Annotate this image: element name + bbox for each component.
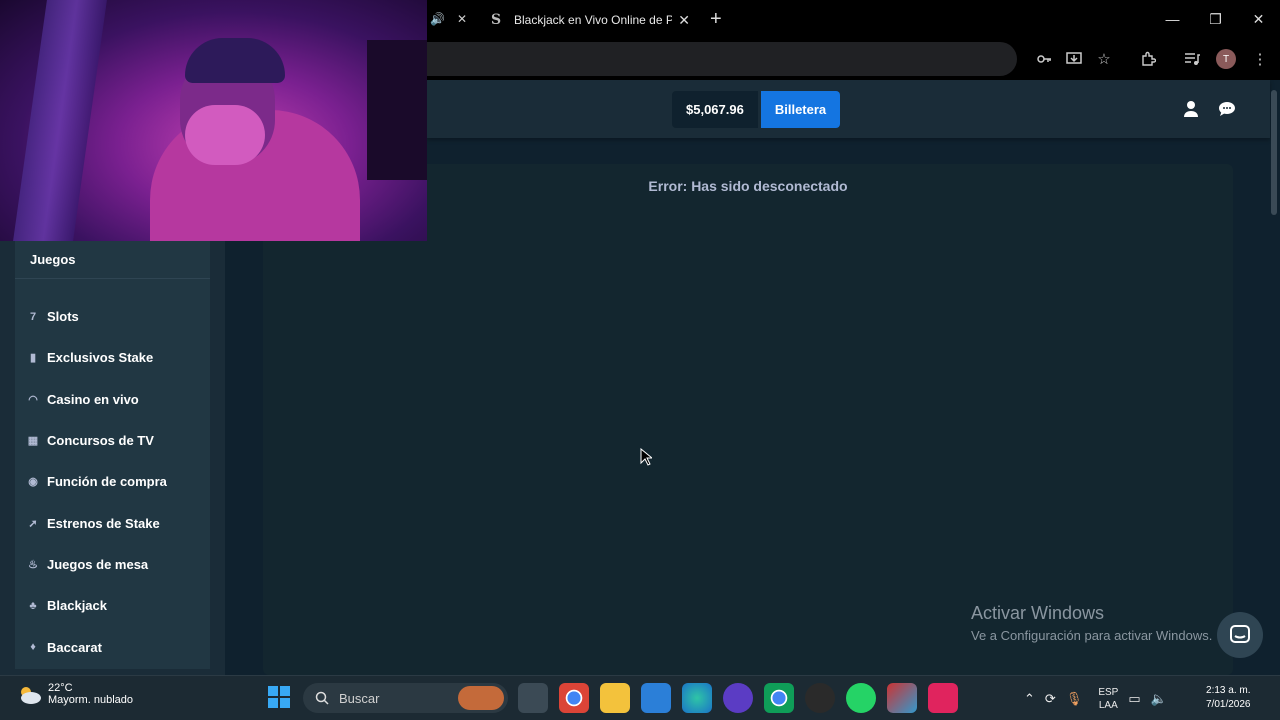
speaker-icon[interactable]: 🔊: [430, 12, 445, 26]
sidebar-item-label: Juegos de mesa: [47, 556, 149, 572]
wallet-button[interactable]: Billetera: [761, 91, 840, 128]
install-app-icon[interactable]: [1062, 46, 1086, 72]
sidebar-item-exclusivos[interactable]: ▮ Exclusivos Stake: [15, 337, 210, 378]
sidebar-item-blackjack[interactable]: ♣ Blackjack: [15, 585, 210, 626]
support-chat-button[interactable]: [1217, 612, 1263, 658]
sidebar-item-juegos-mesa[interactable]: ♨ Juegos de mesa: [15, 544, 210, 585]
cortana-icon[interactable]: [723, 683, 753, 713]
chat-icon[interactable]: [1217, 99, 1237, 119]
password-key-icon[interactable]: [1032, 46, 1056, 72]
sidebar-item-concursos-tv[interactable]: ▦ Concursos de TV: [15, 420, 210, 461]
sidebar-section-title: Juegos: [15, 241, 210, 279]
sidebar-item-label: Estrenos de Stake: [47, 515, 160, 531]
chrome-icon[interactable]: [559, 683, 589, 713]
search-icon: [315, 691, 329, 705]
temperature: 22°C: [48, 682, 73, 694]
edge-icon[interactable]: [682, 683, 712, 713]
cloud-sun-icon: [21, 687, 41, 704]
slots-icon: 7: [29, 310, 37, 323]
site-header: [427, 80, 1270, 138]
address-bar[interactable]: [427, 42, 1017, 76]
sidebar-item-label: Función de compra: [47, 474, 167, 490]
baccarat-icon: ♦: [30, 641, 36, 654]
clock-time: 2:13 a. m.: [1206, 685, 1251, 696]
previous-tab[interactable]: 🔊 ✕: [430, 8, 467, 30]
buy-icon: ◉: [28, 476, 38, 489]
sidebar-nav: Juegos 7 Slots ▮ Exclusivos Stake ◠ Casi…: [15, 241, 210, 669]
sidebar-item-label: Casino en vivo: [47, 391, 139, 407]
system-clock[interactable]: 2:13 a. m. 7/01/2026: [1206, 684, 1251, 712]
user-icon[interactable]: [1181, 99, 1201, 119]
network-icon[interactable]: ▭: [1128, 691, 1140, 707]
rocket-icon: ➚: [28, 517, 38, 530]
maximize-icon[interactable]: ❐: [1194, 0, 1237, 38]
sidebar-item-casino-vivo[interactable]: ◠ Casino en vivo: [15, 379, 210, 420]
weather-description: Mayorm. nublado: [48, 694, 133, 706]
extensions-icon[interactable]: [1136, 46, 1160, 72]
mouse-cursor-icon: [640, 447, 654, 471]
app-icon[interactable]: [887, 683, 917, 713]
flame-icon: ♨: [28, 558, 38, 571]
gift-icon: ▦: [27, 435, 39, 448]
minimize-icon[interactable]: —: [1151, 0, 1194, 38]
webcam-overlay: [0, 0, 427, 241]
bookmark-icon: ▮: [29, 352, 37, 365]
sidebar-item-slots[interactable]: 7 Slots: [15, 296, 210, 337]
taskbar-search[interactable]: Buscar: [303, 683, 508, 713]
sidebar-item-label: Blackjack: [47, 598, 107, 614]
sidebar-item-label: Exclusivos Stake: [47, 350, 154, 366]
stake-favicon-icon: S: [490, 12, 502, 28]
tab-title: Blackjack en Vivo Online de Pra: [514, 13, 673, 27]
keyboard-layout: LAA: [1098, 700, 1118, 711]
sidebar-item-label: Concursos de TV: [47, 433, 154, 449]
close-window-icon[interactable]: ✕: [1237, 0, 1280, 38]
chrome-active-icon[interactable]: [764, 683, 794, 713]
sidebar-item-label: Baccarat: [47, 639, 102, 655]
watermark-title: Activar Windows: [971, 603, 1105, 623]
scrollbar-thumb[interactable]: [1271, 90, 1277, 215]
support-chat-icon: [1230, 625, 1250, 643]
obs-icon[interactable]: [805, 683, 835, 713]
microphone-icon[interactable]: 🎙: [1066, 691, 1083, 707]
clock-date: 7/01/2026: [1206, 699, 1251, 710]
balance-display[interactable]: $5,067.96: [672, 91, 758, 128]
profile-avatar[interactable]: T: [1216, 49, 1236, 69]
sidebar-item-baccarat[interactable]: ♦ Baccarat: [15, 626, 210, 667]
sidebar-item-estrenos[interactable]: ➚ Estrenos de Stake: [15, 502, 210, 543]
close-icon[interactable]: ✕: [457, 12, 467, 26]
language-indicator[interactable]: ESP LAA: [1098, 686, 1118, 712]
new-tab-button[interactable]: +: [710, 8, 722, 30]
task-view-icon[interactable]: [518, 683, 548, 713]
headset-icon: ◠: [28, 393, 38, 406]
window-controls: — ❐ ✕: [1151, 0, 1280, 38]
tab-close-icon[interactable]: ✕: [678, 12, 690, 29]
search-highlight-image: [458, 686, 504, 710]
start-button[interactable]: [268, 686, 290, 708]
media-control-icon[interactable]: [1180, 46, 1204, 72]
file-explorer-icon[interactable]: [600, 683, 630, 713]
store-icon[interactable]: [641, 683, 671, 713]
watermark-subtitle: Ve a Configuración para activar Windows.: [971, 628, 1213, 643]
windows-activation-watermark: Activar Windows Ve a Configuración para …: [971, 603, 1212, 643]
system-tray: ⌃ ⟳ 🎙 ESP LAA ▭ 🔈: [1024, 686, 1167, 712]
language-code: ESP: [1098, 687, 1119, 698]
whatsapp-icon[interactable]: [846, 683, 876, 713]
tab-blackjack[interactable]: S Blackjack en Vivo Online de Pra ✕: [478, 4, 700, 36]
search-placeholder: Buscar: [339, 690, 380, 706]
weather-widget[interactable]: 22°C Mayorm. nublado: [16, 682, 133, 706]
sync-icon[interactable]: ⟳: [1045, 691, 1056, 707]
bookmark-star-icon[interactable]: ☆: [1092, 46, 1116, 72]
blackjack-icon: ♣: [29, 599, 37, 612]
sidebar-item-label: Slots: [47, 309, 79, 325]
toolbar-icons: ☆ T ⋮: [1032, 46, 1272, 72]
sidebar-item-funcion-compra[interactable]: ◉ Función de compra: [15, 461, 210, 502]
menu-dots-icon[interactable]: ⋮: [1248, 46, 1272, 72]
tiktok-icon[interactable]: [928, 683, 958, 713]
taskbar-apps: [518, 683, 958, 713]
volume-icon[interactable]: 🔈: [1151, 691, 1167, 707]
chevron-up-icon[interactable]: ⌃: [1024, 691, 1035, 707]
